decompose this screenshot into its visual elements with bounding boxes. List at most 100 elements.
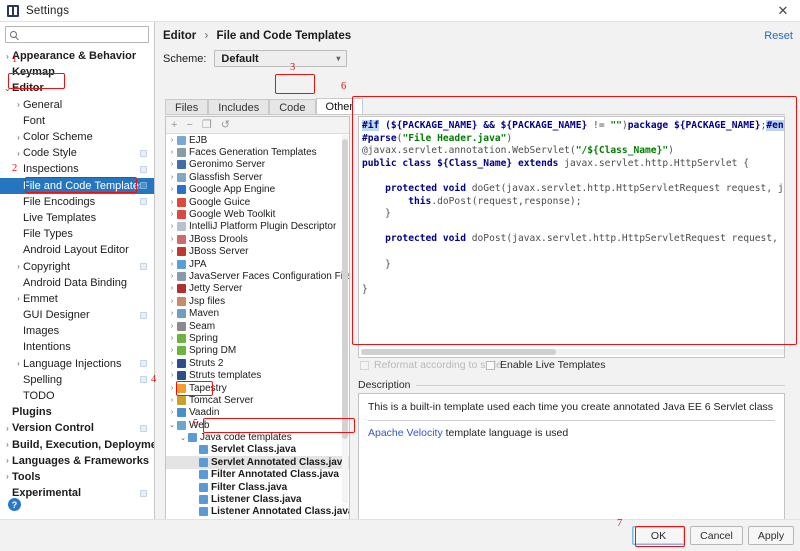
tab-files[interactable]: Files [165,99,208,115]
chevron-right-icon[interactable]: › [168,149,176,156]
template-item[interactable]: Listener Annotated Class.java [166,506,349,518]
sidebar-item-inspections[interactable]: Inspections [0,161,154,177]
chevron-down-icon[interactable]: ⌄ [168,421,176,429]
template-item[interactable]: Filter Annotated Class.java [166,469,349,481]
sidebar-item-live-templates[interactable]: Live Templates [0,210,154,226]
chevron-right-icon[interactable]: › [168,298,176,305]
sidebar-item-tools[interactable]: ›Tools [0,469,154,485]
templates-scrollbar-thumb[interactable] [342,139,348,439]
template-item[interactable]: Filter Class.java [166,481,349,493]
sidebar-item-file-encodings[interactable]: File Encodings [0,194,154,210]
sidebar-item-language-injections[interactable]: ›Language Injections [0,356,154,372]
template-item[interactable]: ›Google Web Toolkit [166,208,349,220]
template-item[interactable]: ›Struts templates [166,369,349,381]
help-icon[interactable]: ? [8,498,21,511]
chevron-right-icon[interactable]: › [3,472,12,481]
chevron-right-icon[interactable]: › [168,335,176,342]
template-item[interactable]: ›Google App Engine [166,184,349,196]
tab-code[interactable]: Code [269,99,315,115]
sidebar-item-android-data-binding[interactable]: Android Data Binding [0,275,154,291]
sidebar-item-todo[interactable]: TODO [0,388,154,404]
reset-undo-icon[interactable]: ↺ [221,120,230,131]
chevron-right-icon[interactable]: › [168,323,176,330]
sidebar-item-build-execution-deployment[interactable]: ›Build, Execution, Deployment [0,437,154,453]
template-item[interactable]: ›Spring [166,332,349,344]
tab-other[interactable]: Other [316,98,364,115]
sidebar-item-file-types[interactable]: File Types [0,226,154,242]
chevron-right-icon[interactable]: › [168,223,176,230]
chevron-right-icon[interactable]: › [168,310,176,317]
template-item[interactable]: ›Spring DM [166,345,349,357]
chevron-right-icon[interactable]: › [168,360,176,367]
chevron-right-icon[interactable]: › [14,359,23,368]
template-item[interactable]: ›Jsp files [166,295,349,307]
template-item[interactable]: ›JavaServer Faces Configuration Files [166,270,349,282]
minus-icon[interactable]: − [186,120,192,131]
chevron-right-icon[interactable]: › [3,456,12,465]
template-item[interactable]: ›Tomcat Server [166,394,349,406]
sidebar-item-plugins[interactable]: Plugins [0,404,154,420]
chevron-right-icon[interactable]: › [168,397,176,404]
plus-icon[interactable]: + [171,120,177,131]
chevron-right-icon[interactable]: › [168,409,176,416]
close-icon[interactable]: ✕ [772,2,794,20]
chevron-right-icon[interactable]: › [3,440,12,449]
chevron-down-icon[interactable]: ⌄ [3,84,12,93]
sidebar-item-font[interactable]: Font [0,113,154,129]
chevron-right-icon[interactable]: › [168,199,176,206]
sidebar-item-images[interactable]: Images [0,323,154,339]
template-item[interactable]: ⌄Java code templates [166,431,349,443]
chevron-right-icon[interactable]: › [168,161,176,168]
template-item[interactable]: ›EJB [166,134,349,146]
template-item[interactable]: ›Jetty Server [166,283,349,295]
editor-hscrollbar-thumb[interactable] [361,349,556,355]
tab-includes[interactable]: Includes [208,99,269,115]
sidebar-item-color-scheme[interactable]: ›Color Scheme [0,129,154,145]
template-code-editor[interactable]: #if (${PACKAGE_NAME} && ${PACKAGE_NAME} … [358,116,785,358]
scheme-select[interactable]: Default ▾ [214,50,347,67]
chevron-right-icon[interactable]: › [3,424,12,433]
sidebar-item-copyright[interactable]: ›Copyright [0,258,154,274]
cancel-button[interactable]: Cancel [690,526,743,545]
chevron-right-icon[interactable]: › [3,52,12,61]
template-item[interactable]: ›Tapestry [166,382,349,394]
sidebar-item-emmet[interactable]: ›Emmet [0,291,154,307]
template-item[interactable]: ›Seam [166,320,349,332]
template-item[interactable]: ›JBoss Drools [166,233,349,245]
sidebar-item-android-layout-editor[interactable]: Android Layout Editor [0,242,154,258]
sidebar-item-file-and-code-templates[interactable]: File and Code Templates [0,178,154,194]
chevron-right-icon[interactable]: › [168,174,176,181]
chevron-right-icon[interactable]: › [168,347,176,354]
chevron-right-icon[interactable]: › [14,133,23,142]
checkbox-box[interactable] [486,361,495,370]
checkbox-enable-live-templates[interactable]: Enable Live Templates [486,359,605,371]
chevron-right-icon[interactable]: › [168,137,176,144]
template-item[interactable]: ›Struts 2 [166,357,349,369]
template-item[interactable]: ›JPA [166,258,349,270]
search-input[interactable] [20,28,140,42]
apply-button[interactable]: Apply [748,526,794,545]
template-item[interactable]: Servlet Annotated Class.java [166,456,349,468]
sidebar-item-languages-frameworks[interactable]: ›Languages & Frameworks [0,453,154,469]
ok-button[interactable]: OK [632,526,685,545]
template-code[interactable]: #if (${PACKAGE_NAME} && ${PACKAGE_NAME} … [359,117,784,296]
template-item[interactable]: ›Geronimo Server [166,159,349,171]
reset-link[interactable]: Reset [764,30,793,42]
chevron-right-icon[interactable]: › [168,372,176,379]
apache-velocity-link[interactable]: Apache Velocity [368,427,443,439]
chevron-down-icon[interactable]: ⌄ [179,434,187,442]
chevron-right-icon[interactable]: › [168,273,176,280]
search-box[interactable] [5,26,149,43]
chevron-right-icon[interactable]: › [168,211,176,218]
sidebar-item-general[interactable]: ›General [0,97,154,113]
sidebar-item-version-control[interactable]: ›Version Control [0,420,154,436]
chevron-right-icon[interactable]: › [14,100,23,109]
template-item[interactable]: ›JBoss Server [166,246,349,258]
chevron-right-icon[interactable]: › [14,262,23,271]
chevron-right-icon[interactable]: › [168,186,176,193]
template-item[interactable]: Servlet Class.java [166,444,349,456]
sidebar-item-editor[interactable]: ⌄Editor [0,80,154,96]
sidebar-item-spelling[interactable]: Spelling [0,372,154,388]
template-item[interactable]: Listener Class.java [166,493,349,505]
chevron-right-icon[interactable]: › [14,294,23,303]
